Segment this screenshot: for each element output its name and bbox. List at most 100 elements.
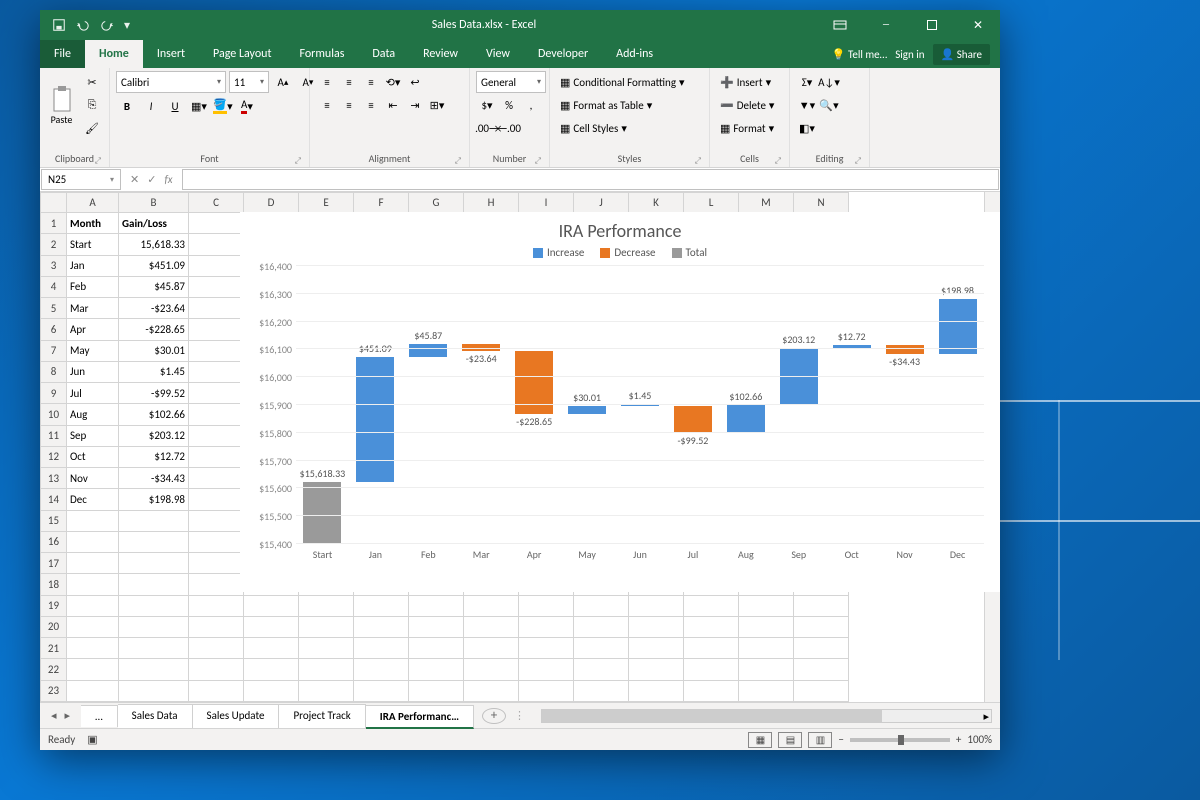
cell[interactable] (244, 638, 299, 659)
number-format-combo[interactable]: General▾ (476, 71, 546, 93)
close-button[interactable]: ✕ (956, 10, 1000, 40)
cell[interactable] (189, 680, 244, 702)
share-button[interactable]: 👤 Share (933, 44, 990, 65)
cell[interactable]: Nov (67, 468, 119, 489)
cell[interactable] (189, 489, 244, 510)
page-layout-view-icon[interactable]: ▤ (778, 732, 802, 748)
cell[interactable] (629, 659, 684, 680)
redo-icon[interactable] (100, 18, 114, 32)
macro-record-icon[interactable]: ▣ (87, 733, 97, 746)
cell[interactable] (189, 383, 244, 404)
row-header[interactable]: 10 (41, 404, 67, 425)
cell[interactable] (119, 510, 189, 531)
cell[interactable] (684, 680, 739, 702)
col-header-A[interactable]: A (67, 193, 119, 213)
col-header-C[interactable]: C (189, 193, 244, 213)
cell[interactable]: -$34.43 (119, 468, 189, 489)
col-header-L[interactable]: L (684, 193, 739, 213)
row-header[interactable]: 14 (41, 489, 67, 510)
merge-icon[interactable]: ⊞▾ (426, 94, 448, 116)
sheet-tab[interactable]: IRA Performanc… (366, 705, 474, 729)
add-sheet-button[interactable]: + (482, 708, 506, 724)
cell[interactable] (189, 404, 244, 425)
zoom-in-button[interactable]: + (956, 733, 961, 746)
cell[interactable] (119, 595, 189, 616)
cell[interactable]: Sep (67, 425, 119, 446)
cell[interactable]: Gain/Loss (119, 213, 189, 234)
cell[interactable]: -$99.52 (119, 383, 189, 404)
cancel-formula-icon[interactable]: ✕ (130, 173, 139, 186)
cell[interactable] (519, 595, 574, 616)
ribbon-tab-formulas[interactable]: Formulas (285, 40, 358, 68)
qat-more-icon[interactable]: ▾ (124, 18, 138, 32)
conditional-formatting-button[interactable]: ▦ Conditional Formatting ▾ (556, 71, 689, 93)
cell[interactable] (189, 510, 244, 531)
cell[interactable] (739, 638, 794, 659)
percent-icon[interactable]: % (498, 94, 520, 116)
ribbon-tab-add-ins[interactable]: Add-ins (602, 40, 667, 68)
cell[interactable] (244, 680, 299, 702)
cell[interactable] (189, 595, 244, 616)
cell[interactable]: $451.09 (119, 255, 189, 276)
wrap-text-icon[interactable]: ↩ (404, 71, 426, 93)
border-icon[interactable]: ▦▾ (188, 95, 210, 117)
cell[interactable]: Aug (67, 404, 119, 425)
increase-decimal-icon[interactable]: .00→ (476, 117, 498, 139)
cell[interactable] (189, 638, 244, 659)
sheet-tab-ellipsis[interactable]: … (81, 705, 118, 727)
cell[interactable]: Jul (67, 383, 119, 404)
cell[interactable] (519, 680, 574, 702)
ribbon-tab-file[interactable]: File (40, 40, 85, 68)
cell[interactable] (354, 616, 409, 637)
cell[interactable] (299, 680, 354, 702)
row-header[interactable]: 12 (41, 446, 67, 467)
cell[interactable] (409, 680, 464, 702)
cell[interactable] (354, 659, 409, 680)
cell[interactable] (464, 680, 519, 702)
cell[interactable] (119, 638, 189, 659)
ribbon-tab-view[interactable]: View (472, 40, 524, 68)
row-header[interactable]: 11 (41, 425, 67, 446)
col-header-N[interactable]: N (794, 193, 849, 213)
delete-cells-button[interactable]: ➖ Delete ▾ (716, 94, 778, 116)
col-header-K[interactable]: K (629, 193, 684, 213)
name-box[interactable]: N25▾ (41, 169, 121, 190)
cell[interactable] (244, 616, 299, 637)
cell[interactable]: Jun (67, 361, 119, 382)
align-center-icon[interactable]: ≡ (338, 94, 360, 116)
find-icon[interactable]: 🔍▾ (818, 94, 840, 116)
currency-icon[interactable]: $▾ (476, 94, 498, 116)
cell[interactable]: Dec (67, 489, 119, 510)
row-header[interactable]: 1 (41, 213, 67, 234)
page-break-view-icon[interactable]: ▥ (808, 732, 832, 748)
row-header[interactable]: 3 (41, 255, 67, 276)
cell[interactable] (189, 361, 244, 382)
zoom-slider[interactable] (850, 738, 950, 742)
format-cells-button[interactable]: ▦ Format ▾ (716, 117, 778, 139)
bold-button[interactable]: B (116, 95, 138, 117)
undo-icon[interactable] (76, 18, 90, 32)
row-header[interactable]: 9 (41, 383, 67, 404)
cell-styles-button[interactable]: ▦ Cell Styles ▾ (556, 117, 631, 139)
cell[interactable] (409, 595, 464, 616)
insert-cells-button[interactable]: ➕ Insert ▾ (716, 71, 775, 93)
autosum-icon[interactable]: Σ▾ (796, 71, 818, 93)
cell[interactable] (299, 659, 354, 680)
horizontal-scrollbar[interactable]: ◂▸ (541, 709, 992, 723)
cell[interactable] (67, 510, 119, 531)
cell[interactable] (794, 638, 849, 659)
cell[interactable] (739, 680, 794, 702)
cell[interactable] (299, 638, 354, 659)
row-header[interactable]: 13 (41, 468, 67, 489)
cell[interactable] (519, 659, 574, 680)
cell[interactable] (67, 638, 119, 659)
increase-font-icon[interactable]: A▴ (272, 71, 294, 93)
cell[interactable] (464, 616, 519, 637)
cell[interactable] (574, 616, 629, 637)
cell[interactable]: $45.87 (119, 276, 189, 297)
cell[interactable] (67, 595, 119, 616)
cell[interactable] (119, 680, 189, 702)
cell[interactable] (67, 616, 119, 637)
format-painter-icon[interactable]: 🖌 (81, 117, 103, 139)
cell[interactable] (67, 553, 119, 574)
